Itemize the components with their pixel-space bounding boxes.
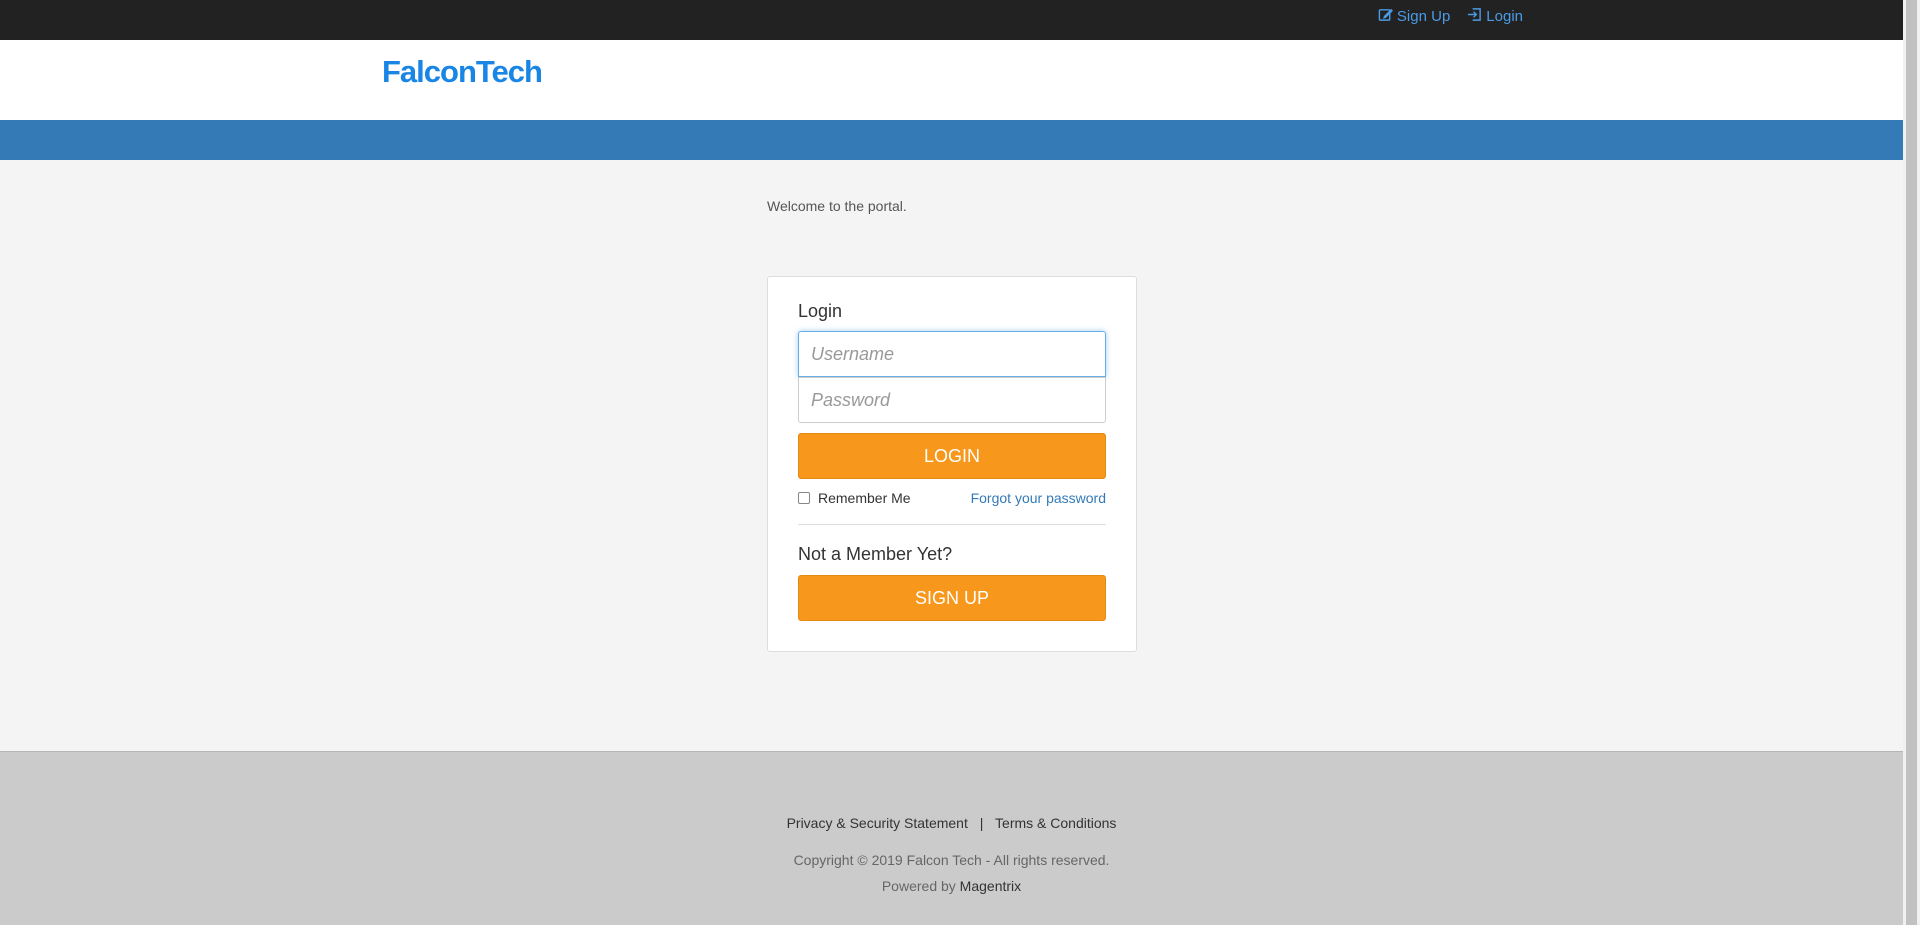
site-footer: Privacy & Security Statement | Terms & C… bbox=[0, 751, 1903, 925]
footer-links: Privacy & Security Statement | Terms & C… bbox=[0, 815, 1903, 831]
remember-me-label: Remember Me bbox=[818, 490, 911, 506]
top-links: Sign Up Login bbox=[1378, 7, 1523, 26]
login-panel: Login LOGIN Remember Me Forgot your pass… bbox=[767, 276, 1137, 652]
signup-button[interactable]: SIGN UP bbox=[798, 575, 1106, 621]
copyright-text: Copyright © 2019 Falcon Tech - All right… bbox=[793, 852, 1110, 868]
footer-separator: | bbox=[979, 815, 984, 831]
login-button[interactable]: LOGIN bbox=[798, 433, 1106, 479]
forgot-password-link[interactable]: Forgot your password bbox=[971, 490, 1106, 506]
powered-by: Powered by Magentrix bbox=[0, 878, 1903, 894]
signup-link[interactable]: Sign Up bbox=[1378, 7, 1450, 26]
remember-me-checkbox[interactable] bbox=[798, 492, 810, 504]
vertical-scrollbar[interactable] bbox=[1903, 0, 1920, 925]
site-header: FalconTech bbox=[0, 40, 1903, 120]
login-link-label: Login bbox=[1486, 8, 1523, 25]
not-member-heading: Not a Member Yet? bbox=[798, 544, 953, 564]
login-title: Login bbox=[798, 301, 843, 321]
password-input[interactable] bbox=[798, 377, 1106, 423]
scrollbar-thumb[interactable] bbox=[1906, 0, 1917, 925]
edit-icon bbox=[1378, 7, 1393, 26]
welcome-message: Welcome to the portal. bbox=[767, 198, 907, 214]
navigation-band bbox=[0, 120, 1903, 160]
powered-by-brand-link[interactable]: Magentrix bbox=[960, 878, 1021, 894]
site-logo[interactable]: FalconTech bbox=[382, 54, 543, 90]
privacy-link[interactable]: Privacy & Security Statement bbox=[787, 815, 968, 831]
divider bbox=[798, 524, 1106, 525]
username-input[interactable] bbox=[798, 331, 1106, 377]
login-link[interactable]: Login bbox=[1467, 7, 1523, 26]
remember-me[interactable]: Remember Me bbox=[798, 490, 911, 506]
top-navigation-bar: Sign Up Login bbox=[0, 0, 1903, 40]
signup-link-label: Sign Up bbox=[1396, 8, 1451, 25]
terms-link[interactable]: Terms & Conditions bbox=[995, 815, 1116, 831]
powered-by-label: Powered by bbox=[881, 878, 956, 894]
sign-in-icon bbox=[1467, 7, 1482, 26]
